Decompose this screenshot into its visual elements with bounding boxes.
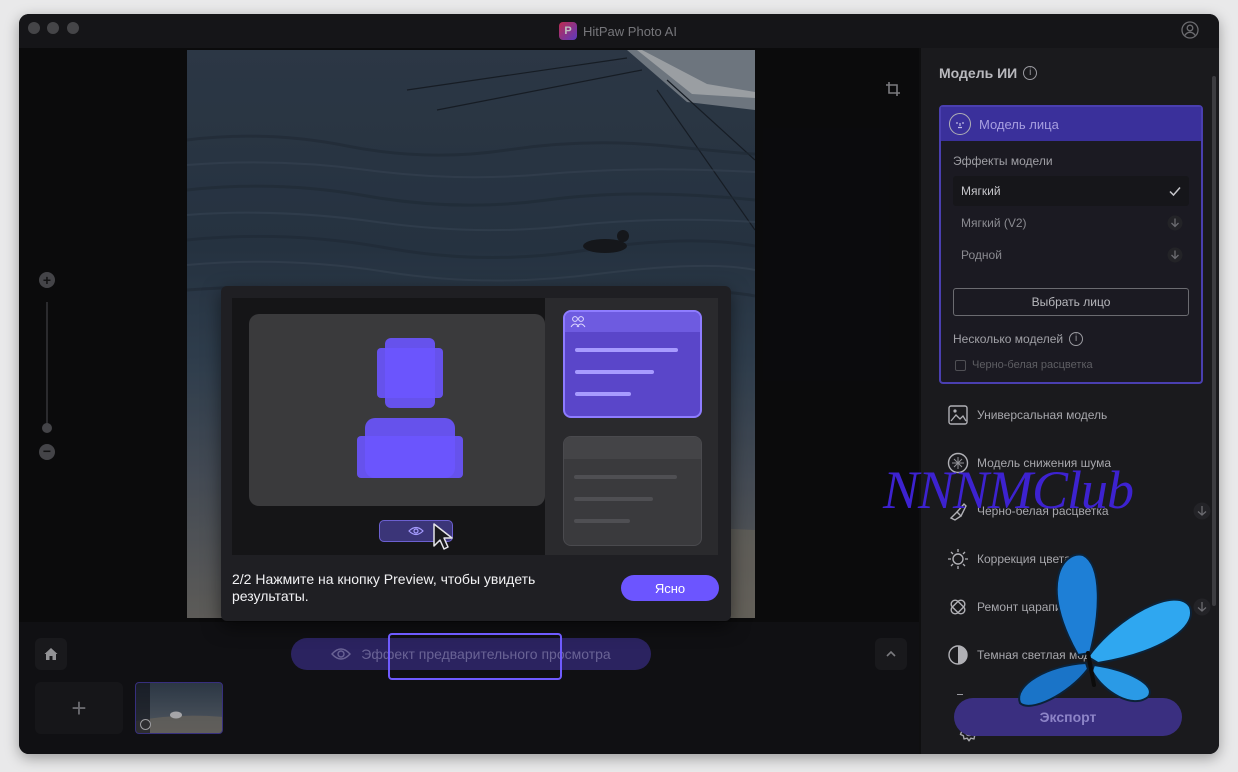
bandage-icon [950, 599, 966, 615]
illustration-card-header [564, 437, 701, 459]
sun-icon [948, 549, 968, 569]
info-icon[interactable]: i [1023, 66, 1038, 80]
preview-effect-label: Эффект предварительного просмотра [361, 646, 611, 662]
image-thumbnail[interactable] [135, 682, 223, 734]
bottom-bar: Эффект предварительного просмотра + [19, 622, 919, 754]
panel-title-text: Модель ИИ [939, 65, 1018, 81]
panel-scrollbar[interactable] [1212, 76, 1216, 606]
illustration-line [574, 475, 677, 479]
effect-option-soft-v2[interactable]: Мягкий (V2) [953, 208, 1189, 238]
face-model-label: Модель лица [979, 116, 1059, 132]
zoom-slider-track[interactable] [46, 302, 48, 426]
model-option-universal[interactable]: Универсальная модель [947, 401, 1207, 429]
effect-label: Родной [961, 248, 1002, 262]
mouse-cursor-icon [433, 523, 453, 550]
download-icon[interactable] [1167, 215, 1183, 231]
eye-icon [408, 526, 424, 536]
face-icon [949, 113, 971, 135]
butterfly-decoration-icon [1018, 553, 1193, 707]
chevron-up-icon [886, 650, 896, 657]
illustration-line [575, 370, 654, 374]
app-logo-icon: P [559, 22, 577, 40]
face-model-option[interactable]: Модель лица [941, 107, 1201, 141]
eye-icon [331, 648, 352, 660]
bw-checkbox-label: Черно-белая расцветка [972, 359, 1093, 371]
app-title: P HitPaw Photo AI [559, 21, 677, 41]
preview-effect-button[interactable]: Эффект предварительного просмотра [291, 638, 651, 670]
illustration-inactive-card [563, 436, 702, 546]
image-icon [948, 405, 968, 425]
effects-label: Эффекты модели [953, 154, 1053, 168]
multi-models-label: Несколько моделей i [953, 332, 1084, 346]
close-window-button[interactable] [28, 22, 40, 34]
effect-label: Мягкий (V2) [961, 216, 1027, 230]
illustration-line [575, 392, 631, 396]
home-button[interactable] [35, 638, 67, 670]
people-icon [570, 316, 586, 328]
illustration-right-pane [545, 298, 718, 555]
illustration-line [574, 519, 630, 523]
contrast-icon [948, 645, 968, 665]
multi-models-text: Несколько моделей [953, 332, 1064, 346]
add-image-button[interactable]: + [35, 682, 123, 734]
illustration-screen [249, 314, 545, 506]
face-model-section: Модель лица Эффекты модели Мягкий Мягкий… [939, 105, 1203, 384]
add-icon: + [71, 692, 87, 723]
minimize-window-button[interactable] [47, 22, 59, 34]
effect-label: Мягкий [961, 184, 1001, 198]
tour-message: 2/2 Нажмите на кнопку Preview, чтобы уви… [232, 571, 536, 604]
tour-illustration [232, 298, 718, 555]
watermark-text: NNNMClub [883, 460, 1134, 520]
illustration-card-header [565, 312, 700, 332]
illustration-line [575, 348, 678, 352]
checkmark-icon [1169, 187, 1181, 197]
crop-icon[interactable] [885, 81, 901, 97]
info-icon[interactable]: i [1069, 332, 1084, 346]
zoom-window-button[interactable] [67, 22, 79, 34]
bw-colorize-checkbox[interactable]: Черно-белая расцветка [955, 359, 1093, 371]
user-account-icon[interactable] [1181, 21, 1199, 39]
home-icon [44, 648, 58, 660]
model-label: Универсальная модель [977, 408, 1108, 422]
divider [957, 694, 963, 695]
app-title-text: HitPaw Photo AI [583, 23, 677, 39]
effect-option-soft[interactable]: Мягкий [953, 176, 1189, 206]
checkbox-box[interactable] [955, 359, 966, 371]
illustration-selected-card [563, 310, 702, 418]
download-icon[interactable] [1167, 247, 1183, 263]
onboarding-tooltip: 2/2 Нажмите на кнопку Preview, чтобы уви… [221, 286, 731, 621]
collapse-panel-button[interactable] [875, 638, 907, 670]
zoom-out-button[interactable]: − [39, 444, 55, 460]
zoom-slider-handle[interactable] [42, 423, 52, 433]
person-placeholder-icon [357, 338, 463, 478]
illustration-left-pane [232, 298, 545, 555]
titlebar: P HitPaw Photo AI [19, 14, 1219, 48]
effect-option-native[interactable]: Родной [953, 240, 1189, 270]
download-icon[interactable] [1193, 502, 1211, 520]
tour-ok-button[interactable]: Ясно [621, 575, 719, 601]
face-model-badge-icon [140, 719, 151, 730]
panel-title: Модель ИИ i [939, 65, 1038, 81]
illustration-line [574, 497, 653, 501]
zoom-in-button[interactable]: + [39, 272, 55, 288]
choose-face-button[interactable]: Выбрать лицо [953, 288, 1189, 316]
